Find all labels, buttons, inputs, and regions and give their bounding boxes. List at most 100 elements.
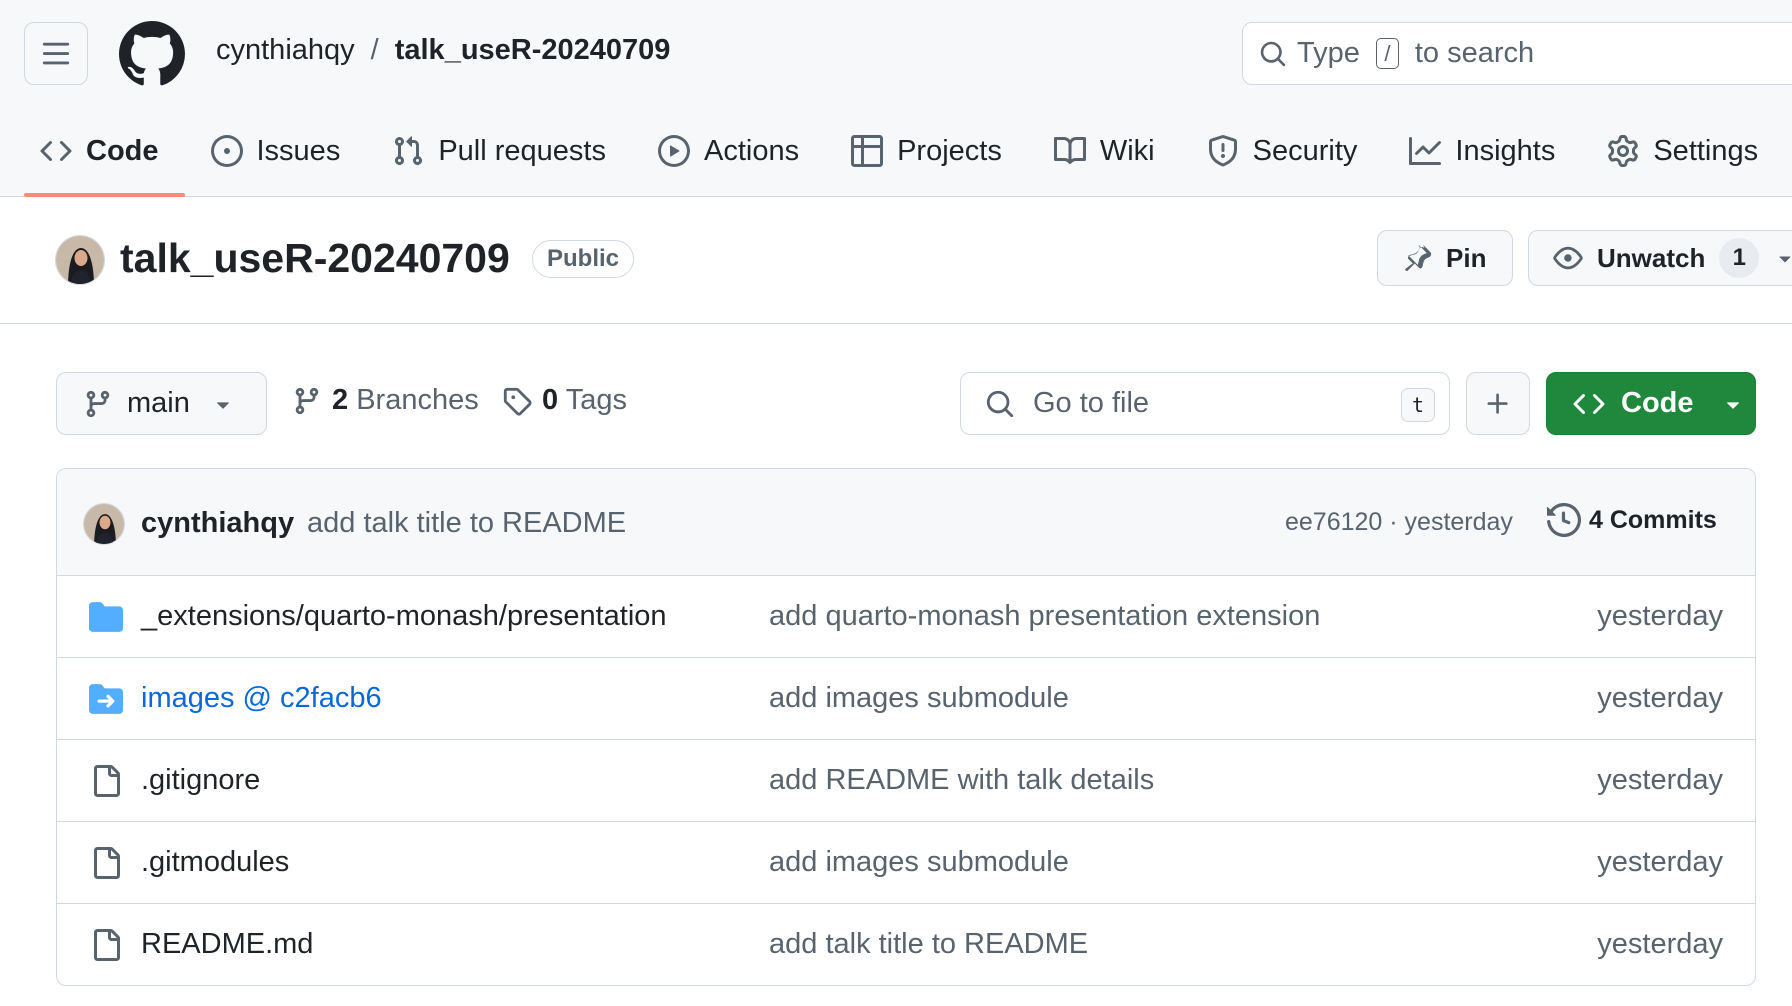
branches-link[interactable]: 2 Branches [292, 384, 479, 417]
search-placeholder-suffix: to search [1414, 37, 1535, 69]
code-clone-button[interactable]: Code [1546, 372, 1756, 435]
github-logo-icon[interactable] [119, 21, 185, 87]
search-shortcut-key: / [1375, 38, 1399, 69]
latest-commit-row: cynthiahqy add talk title to README ee76… [57, 469, 1755, 576]
git-branch-icon [295, 387, 319, 414]
owner-avatar-image [56, 236, 104, 284]
file-commit-time: yesterday [1597, 600, 1723, 632]
triangle-down-icon [1726, 401, 1739, 409]
file-name-link[interactable]: README.md [141, 928, 313, 961]
go-to-file-input[interactable]: Go to file t [960, 372, 1450, 435]
unwatch-button[interactable]: Unwatch 1 [1528, 230, 1792, 286]
tag-icon [503, 387, 532, 416]
commit-sha-and-time[interactable]: ee76120 · yesterday [1285, 508, 1513, 537]
repo-tabs: Code Issues Pull requests Actions Projec… [0, 120, 1784, 197]
tab-projects[interactable]: Projects [825, 120, 1028, 182]
repo-header: talk_useR-20240709 Public Pin Unwatch 1 [0, 197, 1792, 324]
file-icon [89, 846, 123, 880]
tags-count: 0 [542, 384, 559, 416]
file-table: cynthiahqy add talk title to README ee76… [56, 468, 1756, 986]
file-name-link[interactable]: _extensions/quarto-monash/presentation [141, 600, 667, 633]
file-commit-message-link[interactable]: add images submodule [769, 846, 1069, 879]
search-placeholder-prefix: Type [1297, 37, 1360, 69]
book-icon [1053, 136, 1086, 164]
watchers-count: 1 [1719, 238, 1760, 278]
file-commit-message-link[interactable]: add images submodule [769, 682, 1069, 715]
file-icon [89, 928, 123, 962]
tab-projects-label: Projects [897, 134, 1002, 167]
history-icon [1547, 503, 1581, 537]
code-icon [1573, 393, 1605, 414]
tab-pull-requests[interactable]: Pull requests [366, 120, 632, 182]
tab-settings-label: Settings [1653, 134, 1759, 167]
tags-link[interactable]: 0 Tags [502, 384, 627, 417]
visibility-badge: Public [532, 240, 635, 278]
file-row: images @ c2facb6 add images submodule ye… [57, 658, 1755, 740]
plus-icon [1487, 393, 1508, 414]
table-icon [851, 135, 884, 167]
file-commit-message-link[interactable]: add quarto-monash presentation extension [769, 600, 1320, 633]
unwatch-button-label: Unwatch [1597, 242, 1706, 273]
tab-insights[interactable]: Insights [1383, 120, 1581, 182]
file-commit-time: yesterday [1597, 928, 1723, 960]
repo-title[interactable]: talk_useR-20240709 [120, 235, 510, 282]
tab-wiki[interactable]: Wiki [1028, 120, 1181, 182]
commits-history-link[interactable]: 4 Commits [1547, 503, 1717, 537]
file-row: .gitignore add README with talk details … [57, 740, 1755, 822]
branch-name: main [127, 387, 190, 419]
triangle-down-icon [216, 401, 229, 409]
commit-author-avatar-image [84, 504, 124, 544]
pin-button-label: Pin [1446, 242, 1487, 273]
tab-pull-requests-label: Pull requests [438, 134, 606, 167]
file-name-link[interactable]: .gitmodules [141, 846, 289, 879]
breadcrumb-owner-link[interactable]: cynthiahqy [216, 34, 355, 67]
file-name-link[interactable]: images @ c2facb6 [141, 682, 382, 715]
tab-actions[interactable]: Actions [632, 120, 825, 182]
tags-label: Tags [565, 384, 627, 416]
global-search-input[interactable]: Type / to search [1242, 22, 1792, 85]
breadcrumb: cynthiahqy / talk_useR-20240709 [216, 34, 670, 67]
go-to-file-shortcut-key: t [1401, 388, 1435, 422]
commit-author-link[interactable]: cynthiahqy [141, 507, 294, 540]
hamburger-menu-button[interactable] [24, 22, 88, 85]
file-commit-time: yesterday [1597, 682, 1723, 714]
branches-count: 2 [332, 384, 349, 416]
tab-issues[interactable]: Issues [185, 120, 367, 182]
file-commit-time: yesterday [1597, 846, 1723, 878]
pin-icon [1405, 244, 1432, 272]
commits-count-label: 4 Commits [1589, 505, 1717, 534]
issue-opened-icon [210, 135, 243, 167]
add-file-button[interactable] [1466, 372, 1530, 435]
file-row: .gitmodules add images submodule yesterd… [57, 822, 1755, 904]
code-button-label: Code [1621, 387, 1694, 419]
file-name-link[interactable]: .gitignore [141, 764, 260, 797]
file-row: README.md add talk title to README yeste… [57, 904, 1755, 985]
pin-button[interactable]: Pin [1377, 230, 1513, 286]
file-commit-time: yesterday [1597, 764, 1723, 796]
eye-icon [1553, 246, 1583, 270]
file-submodule-icon [89, 682, 123, 716]
breadcrumb-separator: / [370, 34, 379, 66]
branches-label: Branches [356, 384, 479, 416]
tab-code[interactable]: Code [0, 120, 185, 197]
shield-icon [1208, 135, 1237, 167]
branch-select-button[interactable]: main [56, 372, 267, 435]
graph-icon [1409, 137, 1442, 165]
three-bars-icon [42, 42, 70, 64]
gear-icon [1608, 135, 1639, 167]
search-icon [1260, 41, 1286, 66]
tab-security[interactable]: Security [1181, 120, 1384, 182]
commit-author-avatar[interactable] [83, 503, 125, 545]
tab-issues-label: Issues [256, 134, 341, 167]
tab-actions-label: Actions [703, 134, 800, 167]
file-commit-message-link[interactable]: add README with talk details [769, 764, 1154, 797]
commit-message-link[interactable]: add talk title to README [307, 507, 626, 540]
file-row: _extensions/quarto-monash/presentation a… [57, 576, 1755, 658]
file-commit-message-link[interactable]: add talk title to README [769, 928, 1088, 961]
tab-settings[interactable]: Settings [1581, 120, 1784, 182]
code-icon [40, 140, 72, 162]
owner-avatar[interactable] [55, 235, 105, 285]
folder-icon [89, 600, 123, 634]
triangle-down-icon[interactable] [1773, 246, 1792, 270]
breadcrumb-repo-link[interactable]: talk_useR-20240709 [395, 34, 671, 67]
